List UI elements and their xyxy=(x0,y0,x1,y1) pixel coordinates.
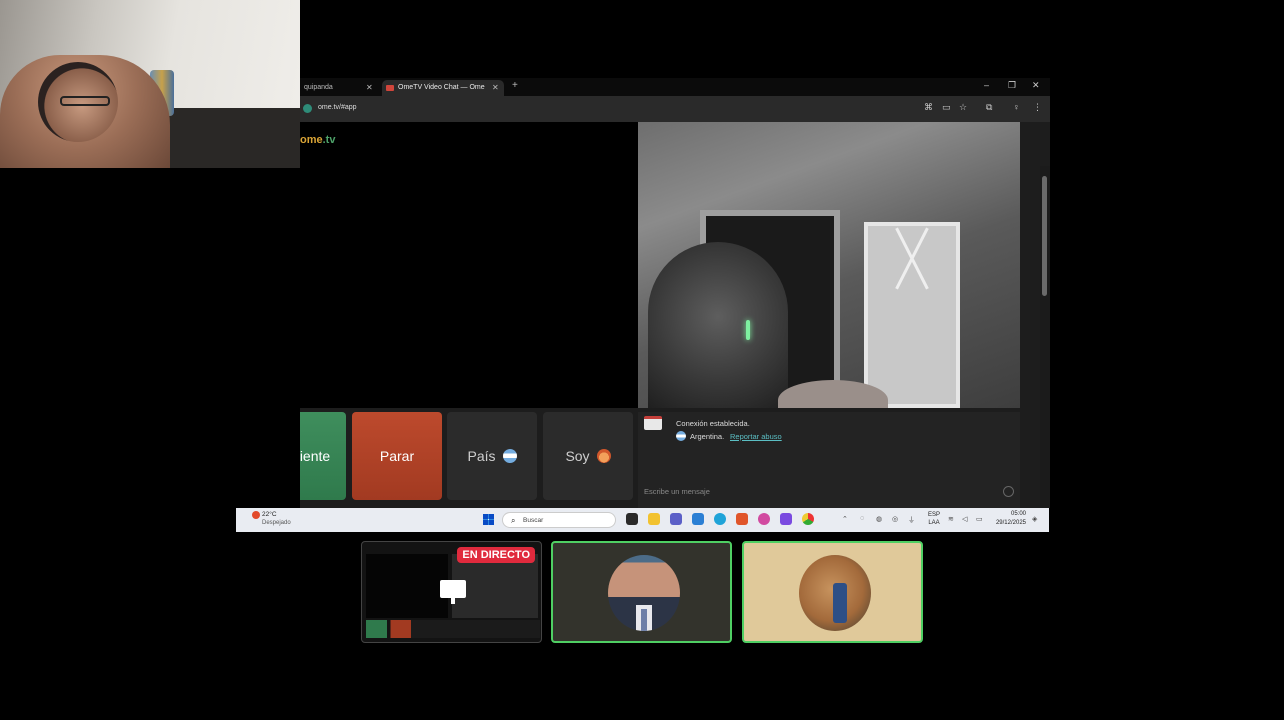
tab-bar: quipanda ✕ OmeTV Video Chat — Ome ✕ + – … xyxy=(300,78,1050,96)
minimize-icon[interactable]: – xyxy=(984,80,989,90)
clock-time[interactable]: 05:00 xyxy=(994,511,1026,517)
taskbar-search[interactable]: ⌕ Buscar xyxy=(502,512,616,528)
headset-light xyxy=(746,320,750,340)
report-abuse-link[interactable]: Reportar abuso xyxy=(730,432,782,441)
logo-part1: ome xyxy=(300,134,323,146)
weather-icon[interactable] xyxy=(252,511,260,519)
profile-icon[interactable]: ♀ xyxy=(1013,102,1020,112)
remote-cabinet xyxy=(864,222,960,408)
edge-icon[interactable] xyxy=(714,513,726,525)
chat-message-input[interactable]: Escribe un mensaje xyxy=(644,487,710,496)
mini-controls xyxy=(366,620,540,638)
country-filter-button[interactable]: País xyxy=(447,412,537,500)
new-tab-icon[interactable]: + xyxy=(512,80,518,91)
clock-date[interactable]: 29/12/2025 xyxy=(988,520,1026,526)
address-bar[interactable]: ome.tv/#app xyxy=(318,104,357,111)
weather-temperature: 22°C xyxy=(262,511,277,518)
volume-icon[interactable]: ◁ xyxy=(962,515,967,523)
avatar-tie xyxy=(641,609,647,631)
tab-ometv[interactable]: OmeTV Video Chat — Ome ✕ xyxy=(382,80,504,96)
menu-dots-icon[interactable]: ⋮ xyxy=(1033,102,1042,113)
taskbar: 22°C Despejado ⌕ Buscar ⌃ ◌ ◍ ◎ ⏚ ESP LA… xyxy=(236,508,1049,532)
stop-label: Parar xyxy=(379,448,415,464)
teams-icon[interactable] xyxy=(670,513,682,525)
browser-toolbar: ome.tv/#app ⌘ ▭ ☆ ⧉ ♀ ⋮ xyxy=(300,96,1050,122)
site-info-icon[interactable] xyxy=(303,104,312,113)
chrome-icon[interactable] xyxy=(802,513,814,525)
scene-camera-2[interactable] xyxy=(742,541,923,643)
ometv-logo[interactable]: ome.tv xyxy=(300,134,335,146)
scene-live-preview[interactable]: EN DIRECTO xyxy=(361,541,542,643)
tray-app-icon[interactable]: ◌ xyxy=(860,515,864,522)
obs-icon[interactable] xyxy=(780,513,792,525)
notification-icon[interactable]: ◈ xyxy=(1032,515,1037,523)
mini-local-video xyxy=(366,554,448,618)
webcam-glasses xyxy=(60,96,110,106)
local-video xyxy=(300,122,638,408)
wifi-icon[interactable]: ≋ xyxy=(948,515,954,523)
close-window-icon[interactable]: ✕ xyxy=(1032,80,1040,91)
tray-app-icon[interactable]: ◍ xyxy=(876,515,882,523)
connection-status: Conexión establecida. xyxy=(676,419,750,428)
extensions-icon[interactable]: ⧉ xyxy=(986,102,992,113)
monitor-icon xyxy=(440,580,466,604)
bookmark-star-icon[interactable]: ☆ xyxy=(959,102,967,113)
country-label: País xyxy=(467,448,496,464)
scene-camera-1[interactable] xyxy=(551,541,732,643)
logo-part2: .tv xyxy=(322,134,336,146)
weather-description: Despejado xyxy=(262,520,291,526)
ometv-favicon-icon xyxy=(386,85,394,91)
translate-icon[interactable]: ⌘ xyxy=(924,102,933,113)
emoji-icon[interactable] xyxy=(1003,486,1014,497)
close-icon[interactable]: ✕ xyxy=(492,80,499,96)
avatar xyxy=(799,555,871,631)
chat-panel: Conexión establecida. Argentina. Reporta… xyxy=(638,412,1020,508)
cast-icon[interactable]: ▭ xyxy=(942,102,951,113)
close-icon[interactable]: ✕ xyxy=(366,80,373,96)
live-badge: EN DIRECTO xyxy=(457,547,535,563)
task-view-icon[interactable] xyxy=(626,513,638,525)
avatar-bottle xyxy=(833,583,847,623)
language-indicator[interactable]: ESP LAA xyxy=(926,511,942,527)
next-button[interactable]: Siguiente xyxy=(300,412,346,500)
app-icon[interactable] xyxy=(758,513,770,525)
argentina-flag-icon xyxy=(676,431,686,441)
store-icon[interactable] xyxy=(692,513,704,525)
page-viewport: ome.tv Siguiente Parar País Soy ➤ Cone xyxy=(300,122,1050,508)
argentina-flag-icon xyxy=(502,449,517,463)
streamer-webcam xyxy=(0,0,300,168)
remote-video xyxy=(638,122,1020,408)
brave-icon[interactable] xyxy=(736,513,748,525)
person-emoji-icon xyxy=(596,449,611,463)
partner-country: Argentina. xyxy=(690,432,725,441)
stop-button[interactable]: Parar xyxy=(352,412,442,500)
lang-line1: ESP xyxy=(927,512,940,518)
next-label: Siguiente xyxy=(300,448,331,464)
tab-label: OmeTV Video Chat — Ome xyxy=(398,84,485,91)
restore-icon[interactable]: ❐ xyxy=(1008,80,1016,91)
lang-line2: LAA xyxy=(928,520,940,526)
tab-label: quipanda xyxy=(304,84,333,91)
usb-icon[interactable]: ⏚ xyxy=(908,515,915,525)
browser-window: quipanda ✕ OmeTV Video Chat — Ome ✕ + – … xyxy=(300,78,1050,508)
chat-log-icon xyxy=(644,416,662,430)
gender-filter-button[interactable]: Soy xyxy=(543,412,633,500)
search-icon: ⌕ xyxy=(511,516,516,525)
windows-start-icon[interactable] xyxy=(483,514,494,525)
battery-icon[interactable]: ▭ xyxy=(976,515,983,523)
file-explorer-icon[interactable] xyxy=(648,513,660,525)
tray-app-icon[interactable]: ◎ xyxy=(892,515,898,523)
chevron-up-icon[interactable]: ⌃ xyxy=(842,515,848,523)
avatar xyxy=(608,555,680,631)
search-placeholder: Buscar xyxy=(523,517,544,524)
remote-person xyxy=(648,242,788,408)
gender-label: Soy xyxy=(565,448,590,464)
tab-previous[interactable]: quipanda ✕ xyxy=(300,80,380,96)
scrollbar-thumb[interactable] xyxy=(1042,176,1047,296)
